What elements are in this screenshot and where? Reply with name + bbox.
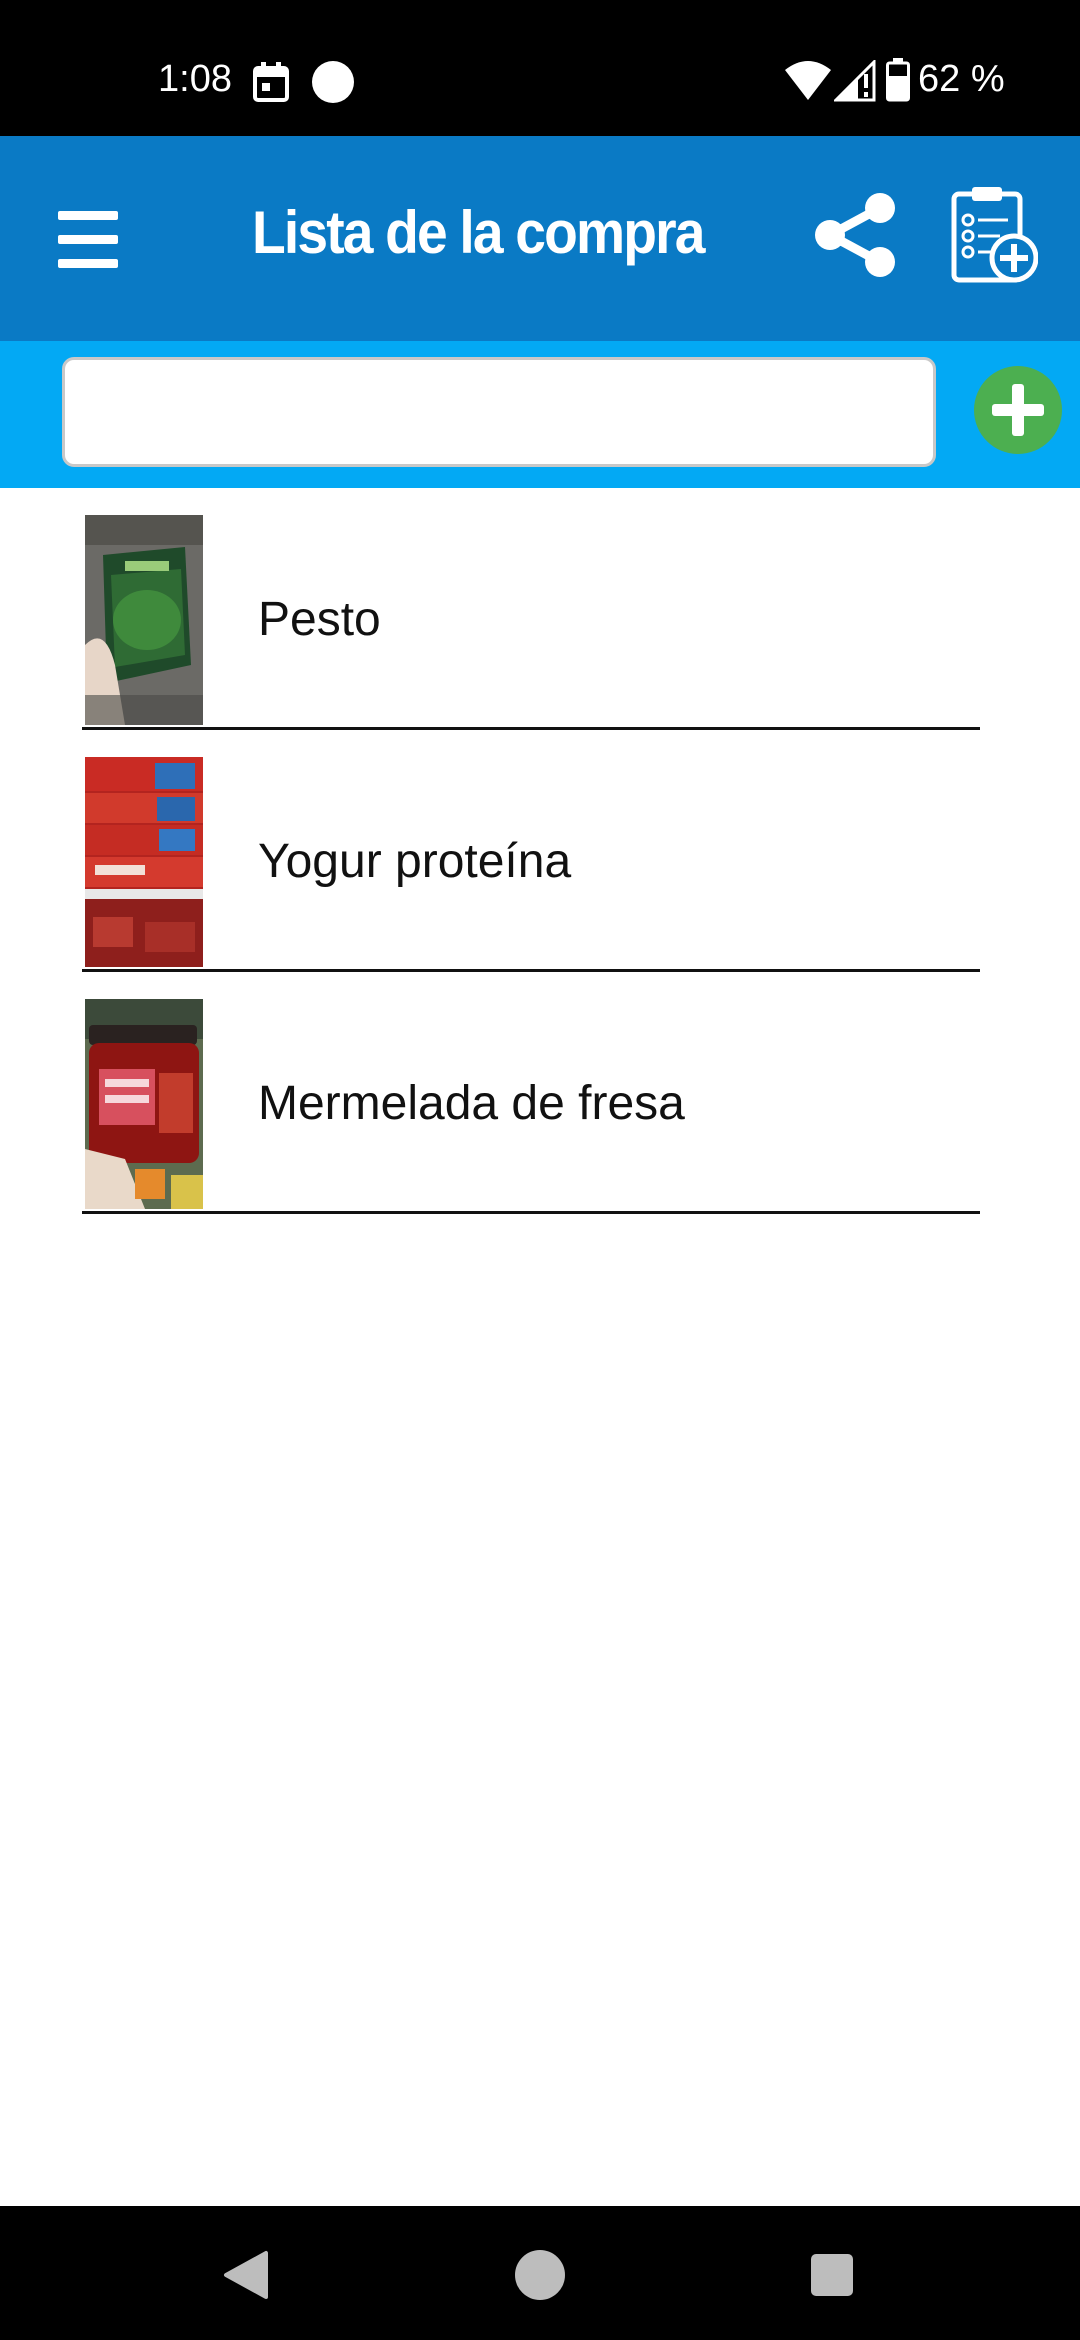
status-bar: 1:08 62 %: [0, 0, 1080, 136]
jam-thumbnail: [85, 999, 203, 1209]
item-label: Yogur proteína: [258, 835, 572, 888]
signal-icon: [834, 60, 876, 102]
add-item-button[interactable]: [974, 366, 1062, 454]
home-icon[interactable]: [515, 2250, 565, 2300]
list-item[interactable]: Pesto: [82, 488, 980, 730]
new-item-input[interactable]: [62, 357, 936, 467]
battery-percentage: 62 %: [918, 58, 1005, 100]
list-item[interactable]: Yogur proteína: [82, 730, 980, 972]
yogurt-thumbnail: [85, 757, 203, 967]
pesto-thumbnail: [85, 515, 203, 725]
back-icon[interactable]: [222, 2250, 270, 2300]
system-nav-bar: [0, 2206, 1080, 2340]
list-item[interactable]: Mermelada de fresa: [82, 972, 980, 1214]
item-label: Pesto: [258, 593, 381, 646]
share-icon[interactable]: [810, 190, 900, 280]
calendar-icon: [253, 62, 289, 102]
clipboard-add-icon[interactable]: [950, 184, 1038, 284]
status-time: 1:08: [158, 58, 232, 100]
circle-notification-icon: [312, 61, 354, 103]
page-title: Lista de la compra: [252, 199, 705, 266]
app-screen: 1:08 62 % Lista de la compra Pesto Yogur…: [0, 0, 1080, 2340]
add-item-bar: [0, 341, 1080, 488]
recents-icon[interactable]: [811, 2254, 853, 2296]
item-label: Mermelada de fresa: [258, 1077, 685, 1130]
app-header: Lista de la compra: [0, 136, 1080, 341]
wifi-icon: [785, 61, 831, 100]
hamburger-menu-icon[interactable]: [58, 211, 120, 269]
battery-icon: [886, 58, 910, 102]
